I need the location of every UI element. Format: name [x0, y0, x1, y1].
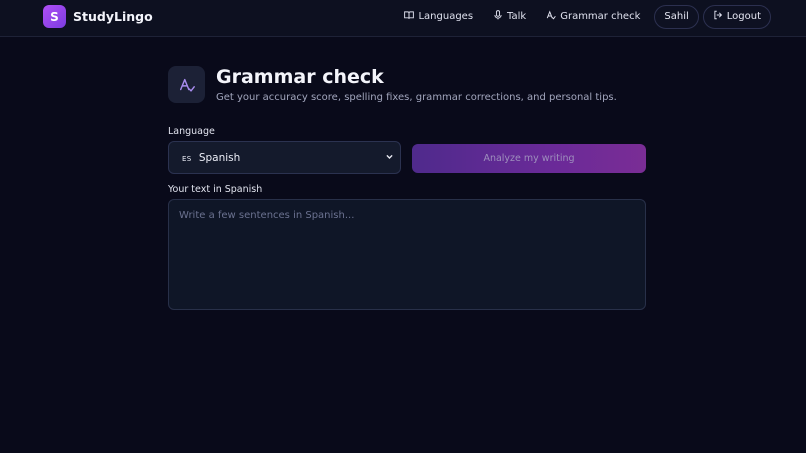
grammar-check-panel: Grammar check Get your accuracy score, s…: [168, 64, 646, 310]
user-menu-button[interactable]: Sahil: [654, 4, 699, 29]
language-select[interactable]: ES Spanish: [168, 141, 401, 174]
language-label: Language: [168, 126, 215, 137]
page-subtitle: Get your accuracy score, spelling fixes,…: [216, 92, 617, 103]
language-selected-value: Spanish: [198, 151, 241, 164]
logout-button[interactable]: Logout: [702, 4, 771, 29]
brand-logo[interactable]: S: [43, 5, 66, 28]
text-label: Your text in Spanish: [168, 184, 263, 195]
nav-talk-label: Talk: [507, 11, 527, 22]
chevron-down-icon: [385, 152, 394, 164]
book-icon: [404, 10, 415, 23]
brand[interactable]: S StudyLingo: [43, 5, 153, 28]
controls-row: Language ES Spanish Analyze my writing: [168, 126, 646, 174]
top-navigation-bar: S StudyLingo Languages Talk Grammar chec…: [0, 0, 806, 37]
nav-languages[interactable]: Languages: [394, 4, 483, 29]
writing-textarea[interactable]: [168, 199, 646, 310]
analyze-button[interactable]: Analyze my writing: [412, 144, 646, 173]
user-name: Sahil: [664, 11, 689, 22]
language-field: Language ES Spanish: [168, 126, 401, 174]
brand-name[interactable]: StudyLingo: [73, 9, 153, 24]
text-field: Your text in Spanish: [168, 184, 646, 310]
page-title: Grammar check: [216, 66, 384, 88]
flag-code: ES: [182, 154, 192, 163]
nav-languages-label: Languages: [418, 11, 474, 22]
nav-menu: Languages Talk Grammar check Sahil Logou…: [394, 4, 771, 29]
nav-grammar-check-label: Grammar check: [560, 11, 641, 22]
logout-label: Logout: [726, 11, 761, 22]
grammar-icon: [546, 10, 556, 23]
logout-icon: [713, 10, 723, 23]
mic-icon: [493, 10, 503, 23]
nav-grammar-check[interactable]: Grammar check: [536, 4, 650, 29]
nav-talk[interactable]: Talk: [483, 4, 536, 29]
grammar-icon: [168, 66, 205, 103]
page-header: Grammar check Get your accuracy score, s…: [168, 64, 646, 103]
